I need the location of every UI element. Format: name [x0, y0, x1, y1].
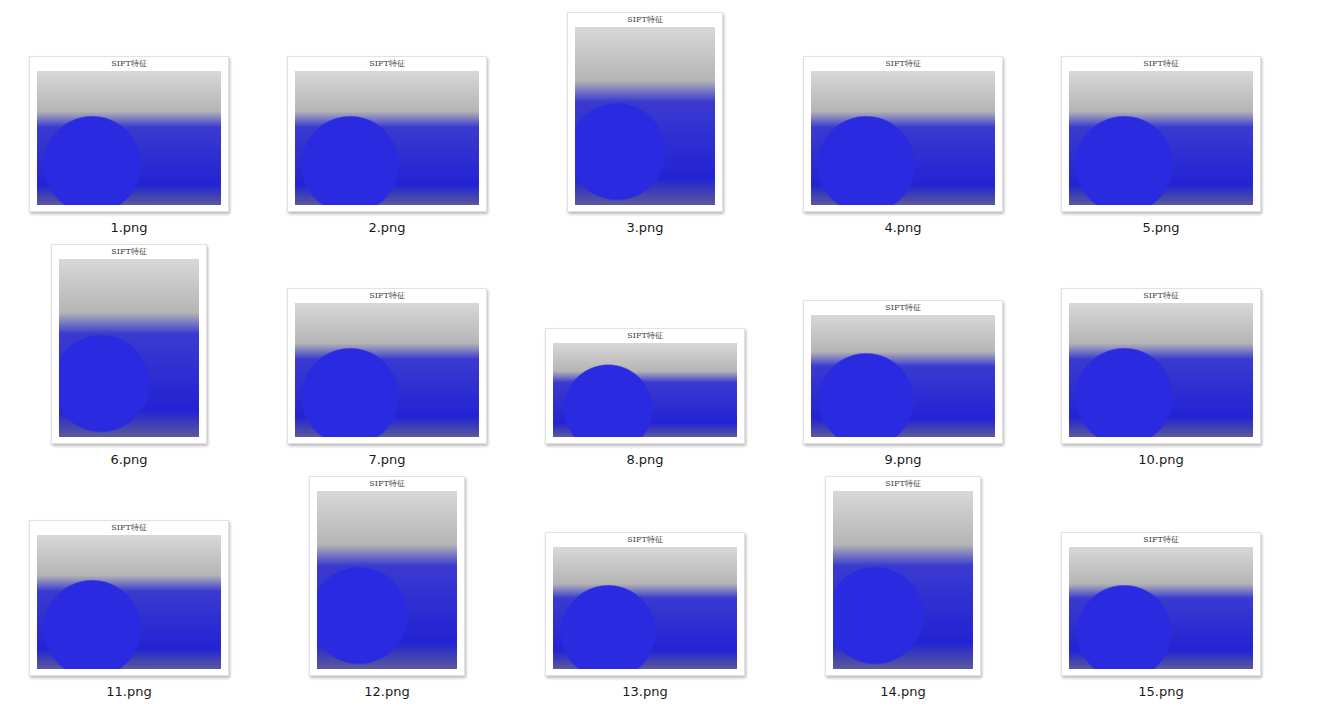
- image-preview: [317, 491, 457, 669]
- figure-title: SIFT特征: [553, 535, 737, 545]
- thumbnail[interactable]: SIFT特征: [29, 56, 229, 212]
- file-item[interactable]: SIFT特征 5.png: [1032, 8, 1290, 240]
- file-name[interactable]: 4.png: [884, 220, 921, 236]
- file-item[interactable]: SIFT特征 15.png: [1032, 472, 1290, 704]
- figure-title: SIFT特征: [811, 303, 995, 313]
- figure-title: SIFT特征: [1069, 291, 1253, 301]
- thumbnail[interactable]: SIFT特征: [545, 532, 745, 676]
- image-preview: [1069, 547, 1253, 669]
- file-name[interactable]: 8.png: [626, 452, 663, 468]
- figure-title: SIFT特征: [317, 479, 457, 489]
- figure-title: SIFT特征: [575, 15, 715, 25]
- figure-title: SIFT特征: [553, 331, 737, 341]
- file-item[interactable]: SIFT特征 14.png: [774, 472, 1032, 704]
- file-name[interactable]: 11.png: [106, 684, 151, 700]
- file-item[interactable]: SIFT特征 9.png: [774, 240, 1032, 472]
- file-item[interactable]: SIFT特征 4.png: [774, 8, 1032, 240]
- thumbnail[interactable]: SIFT特征: [803, 56, 1003, 212]
- image-preview: [553, 343, 737, 437]
- thumbnail[interactable]: SIFT特征: [51, 244, 207, 444]
- file-name[interactable]: 5.png: [1142, 220, 1179, 236]
- figure-title: SIFT特征: [295, 59, 479, 69]
- thumbnail[interactable]: SIFT特征: [287, 288, 487, 444]
- figure-title: SIFT特征: [37, 59, 221, 69]
- file-name[interactable]: 9.png: [884, 452, 921, 468]
- image-preview: [811, 71, 995, 205]
- thumbnail[interactable]: SIFT特征: [825, 476, 981, 676]
- file-item[interactable]: SIFT特征 8.png: [516, 240, 774, 472]
- image-preview: [833, 491, 973, 669]
- figure-title: SIFT特征: [833, 479, 973, 489]
- file-item[interactable]: SIFT特征 7.png: [258, 240, 516, 472]
- file-item[interactable]: SIFT特征 6.png: [0, 240, 258, 472]
- file-name[interactable]: 14.png: [880, 684, 925, 700]
- thumbnail[interactable]: SIFT特征: [287, 56, 487, 212]
- thumbnail[interactable]: SIFT特征: [1061, 288, 1261, 444]
- thumbnail[interactable]: SIFT特征: [29, 520, 229, 676]
- file-name[interactable]: 15.png: [1138, 684, 1183, 700]
- thumbnail[interactable]: SIFT特征: [545, 328, 745, 444]
- file-name[interactable]: 12.png: [364, 684, 409, 700]
- image-preview: [295, 71, 479, 205]
- file-item[interactable]: SIFT特征 1.png: [0, 8, 258, 240]
- thumbnail[interactable]: SIFT特征: [1061, 532, 1261, 676]
- figure-title: SIFT特征: [1069, 59, 1253, 69]
- file-name[interactable]: 1.png: [110, 220, 147, 236]
- thumbnail[interactable]: SIFT特征: [803, 300, 1003, 444]
- image-preview: [1069, 71, 1253, 205]
- figure-title: SIFT特征: [59, 247, 199, 257]
- file-grid: SIFT特征 1.png SIFT特征 2.png SIFT特征 3.png SIFT特征 4…: [0, 0, 1321, 726]
- file-item[interactable]: SIFT特征 13.png: [516, 472, 774, 704]
- image-preview: [295, 303, 479, 437]
- file-name[interactable]: 10.png: [1138, 452, 1183, 468]
- file-item[interactable]: SIFT特征 2.png: [258, 8, 516, 240]
- image-preview: [1069, 303, 1253, 437]
- image-preview: [575, 27, 715, 205]
- figure-title: SIFT特征: [1069, 535, 1253, 545]
- file-item[interactable]: SIFT特征 10.png: [1032, 240, 1290, 472]
- figure-title: SIFT特征: [37, 523, 221, 533]
- image-preview: [59, 259, 199, 437]
- image-preview: [37, 71, 221, 205]
- file-name[interactable]: 3.png: [626, 220, 663, 236]
- file-item[interactable]: SIFT特征 11.png: [0, 472, 258, 704]
- thumbnail[interactable]: SIFT特征: [567, 12, 723, 212]
- file-name[interactable]: 2.png: [368, 220, 405, 236]
- image-preview: [553, 547, 737, 669]
- file-name[interactable]: 7.png: [368, 452, 405, 468]
- file-item[interactable]: SIFT特征 12.png: [258, 472, 516, 704]
- file-item[interactable]: SIFT特征 3.png: [516, 8, 774, 240]
- figure-title: SIFT特征: [811, 59, 995, 69]
- thumbnail[interactable]: SIFT特征: [309, 476, 465, 676]
- figure-title: SIFT特征: [295, 291, 479, 301]
- image-preview: [37, 535, 221, 669]
- image-preview: [811, 315, 995, 437]
- file-name[interactable]: 13.png: [622, 684, 667, 700]
- thumbnail[interactable]: SIFT特征: [1061, 56, 1261, 212]
- file-name[interactable]: 6.png: [110, 452, 147, 468]
